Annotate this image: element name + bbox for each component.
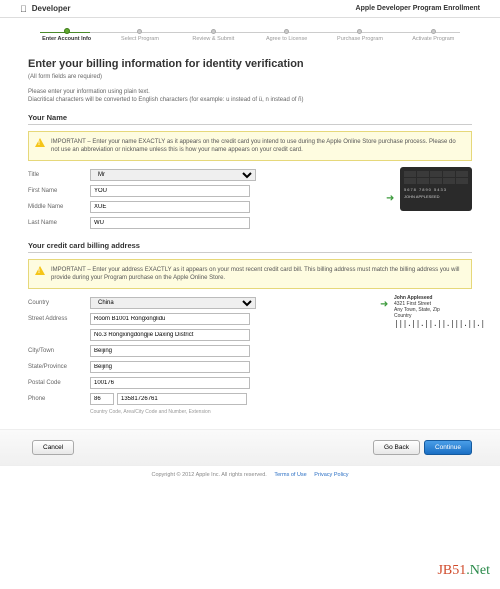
last-name-input[interactable]: [90, 217, 250, 229]
step-agree: Agree to License: [250, 29, 323, 42]
warning-icon: [35, 138, 45, 147]
step-enter-account: Enter Account Info: [30, 28, 103, 42]
page-heading: Enter your billing information for ident…: [28, 58, 472, 70]
label-last: Last Name: [28, 220, 90, 226]
watermark: JB51.Net: [437, 563, 490, 579]
phone-hint: Country Code, Area/City Code and Number,…: [90, 409, 382, 415]
title-select[interactable]: Mr: [90, 169, 256, 181]
action-bar: Cancel Go Back Continue: [0, 429, 500, 465]
label-country: Country: [28, 300, 90, 306]
arrow-icon: ➜: [380, 299, 388, 310]
phone-cc-input[interactable]: [90, 393, 114, 405]
plaintext-hint: Please enter your information using plai…: [28, 88, 472, 105]
street1-input[interactable]: [90, 313, 250, 325]
label-phone: Phone: [28, 396, 90, 402]
postal-input[interactable]: [90, 377, 250, 389]
program-title: Apple Developer Program Enrollment: [356, 5, 480, 12]
arrow-icon: ➜: [386, 193, 394, 204]
alert-address: IMPORTANT – Enter your address EXACTLY a…: [28, 259, 472, 289]
apple-logo-icon: : [20, 4, 27, 14]
label-city: City/Town: [28, 348, 90, 354]
envelope-sample: ➜ John Appleseed 4321 First Street Any T…: [394, 295, 464, 328]
step-activate: Activate Program: [397, 29, 470, 42]
alert-name: IMPORTANT – Enter your name EXACTLY as i…: [28, 131, 472, 161]
required-note: (All form fields are required): [28, 74, 472, 80]
credit-card-sample: 5678 7890 5433 JOHN APPLESEED ➜: [400, 167, 472, 211]
country-select[interactable]: China: [90, 297, 256, 309]
go-back-button[interactable]: Go Back: [373, 440, 420, 455]
privacy-link[interactable]: Privacy Policy: [314, 472, 348, 478]
step-review: Review & Submit: [177, 29, 250, 42]
section-your-name: Your Name: [28, 113, 472, 125]
middle-name-input[interactable]: [90, 201, 250, 213]
section-billing-address: Your credit card billing address: [28, 241, 472, 253]
terms-link[interactable]: Terms of Use: [274, 472, 306, 478]
city-input[interactable]: [90, 345, 250, 357]
warning-icon: [35, 266, 45, 275]
label-first: First Name: [28, 188, 90, 194]
top-bar:  Developer Apple Developer Program Enro…: [0, 0, 500, 18]
step-purchase: Purchase Program: [323, 29, 396, 42]
cancel-button[interactable]: Cancel: [32, 440, 74, 455]
phone-input[interactable]: [117, 393, 247, 405]
label-title: Title: [28, 172, 90, 178]
progress-steps: Enter Account Info Select Program Review…: [0, 18, 500, 48]
step-select-program: Select Program: [103, 29, 176, 42]
street2-input[interactable]: [90, 329, 250, 341]
label-middle: Middle Name: [28, 204, 90, 210]
label-state: State/Province: [28, 364, 90, 370]
footer: Copyright © 2012 Apple Inc. All rights r…: [0, 465, 500, 484]
label-postal: Postal Code: [28, 380, 90, 386]
continue-button[interactable]: Continue: [424, 440, 472, 455]
first-name-input[interactable]: [90, 185, 250, 197]
state-input[interactable]: [90, 361, 250, 373]
label-street: Street Address: [28, 316, 90, 322]
brand-text: Developer: [32, 4, 71, 13]
